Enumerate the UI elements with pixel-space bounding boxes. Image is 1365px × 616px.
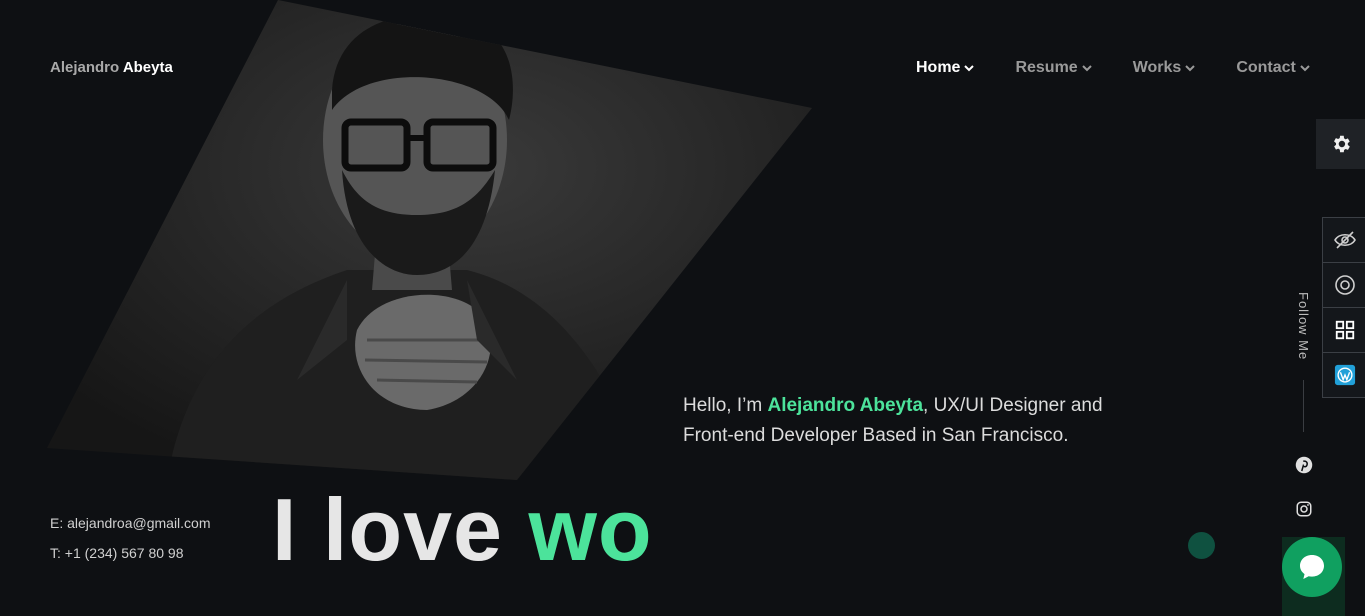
nav-works-label: Works bbox=[1132, 59, 1182, 76]
hero-text-white: I love bbox=[272, 480, 529, 579]
intro-prefix: Hello, I’m bbox=[683, 395, 768, 416]
nav-resume[interactable]: Resume bbox=[1015, 59, 1092, 77]
intro-name: Alejandro Abeyta bbox=[767, 395, 924, 416]
chevron-down-icon bbox=[964, 65, 975, 72]
intro-text: Hello, I’m Alejandro Abeyta, UX/UI Desig… bbox=[683, 391, 1143, 451]
main-nav: Home Resume Works Contact bbox=[916, 59, 1310, 77]
gear-icon bbox=[1333, 135, 1350, 153]
contact-phone[interactable]: T: +1 (234) 567 80 98 bbox=[50, 545, 184, 561]
hide-icon bbox=[1333, 231, 1356, 249]
pinterest-link[interactable] bbox=[1294, 455, 1314, 475]
help-icon bbox=[1334, 275, 1355, 295]
instagram-icon bbox=[1296, 501, 1312, 517]
wordpress-button[interactable] bbox=[1323, 353, 1365, 397]
nav-works[interactable]: Works bbox=[1133, 59, 1196, 77]
chevron-down-icon bbox=[1300, 65, 1310, 72]
nav-contact-label: Contact bbox=[1236, 59, 1296, 76]
help-button[interactable] bbox=[1323, 263, 1365, 308]
nav-home-label: Home bbox=[916, 59, 961, 76]
grid-icon bbox=[1335, 320, 1354, 340]
nav-home[interactable]: Home bbox=[916, 59, 975, 77]
follow-divider bbox=[1303, 380, 1304, 432]
chevron-down-icon bbox=[1081, 65, 1092, 72]
chevron-down-icon bbox=[1185, 65, 1196, 72]
instagram-link[interactable] bbox=[1294, 499, 1314, 519]
settings-button[interactable] bbox=[1316, 119, 1365, 169]
hide-toggle-button[interactable] bbox=[1323, 218, 1365, 263]
hero-heading: I love wo bbox=[272, 480, 653, 580]
nav-contact[interactable]: Contact bbox=[1236, 59, 1310, 77]
grid-button[interactable] bbox=[1323, 308, 1365, 353]
pinterest-icon bbox=[1295, 456, 1313, 474]
follow-me-label: Follow Me bbox=[1296, 292, 1311, 361]
contact-email[interactable]: E: alejandroa@gmail.com bbox=[50, 515, 211, 531]
chat-icon bbox=[1300, 555, 1324, 579]
chat-button[interactable] bbox=[1282, 537, 1342, 597]
nav-resume-label: Resume bbox=[1015, 59, 1078, 76]
wordpress-icon bbox=[1334, 364, 1355, 386]
side-toolbar bbox=[1322, 217, 1365, 398]
cursor-dot bbox=[1188, 532, 1215, 559]
hero-text-accent: wo bbox=[528, 480, 653, 579]
